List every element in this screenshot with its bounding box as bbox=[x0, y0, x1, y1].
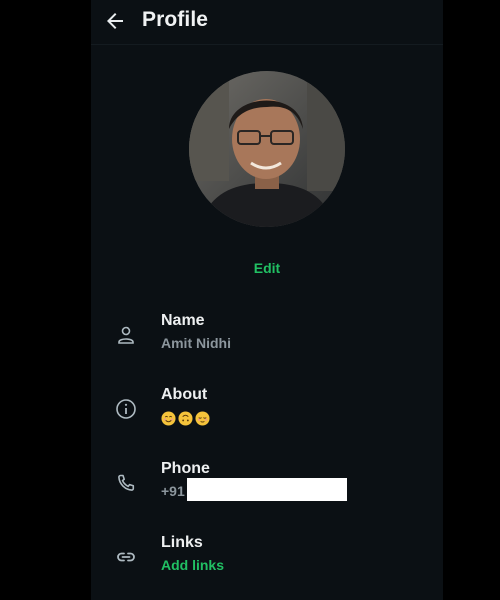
page-title: Profile bbox=[142, 8, 209, 31]
app-bar: Profile bbox=[91, 0, 443, 45]
profile-photo bbox=[189, 71, 345, 227]
phone-value: +91 bbox=[161, 483, 185, 499]
links-label: Links bbox=[161, 534, 203, 551]
name-value: Amit Nidhi bbox=[161, 335, 231, 351]
about-value bbox=[161, 409, 212, 426]
person-icon bbox=[114, 323, 138, 347]
relieved-face-emoji bbox=[195, 411, 210, 426]
link-icon bbox=[114, 545, 138, 569]
name-label: Name bbox=[161, 312, 205, 329]
profile-screen: Profile Edit Name Amit Nidhi About Phone… bbox=[91, 0, 443, 600]
info-icon bbox=[114, 397, 138, 421]
back-button[interactable] bbox=[103, 9, 127, 33]
phone-label: Phone bbox=[161, 460, 210, 477]
edit-profile-link[interactable]: Edit bbox=[91, 260, 443, 276]
smiling-face-emoji bbox=[161, 411, 176, 426]
links-row[interactable]: Links Add links bbox=[91, 533, 443, 589]
avatar[interactable] bbox=[189, 71, 345, 227]
redacted-phone-number bbox=[187, 478, 347, 501]
about-row[interactable]: About bbox=[91, 385, 443, 441]
about-label: About bbox=[161, 386, 208, 403]
upside-down-face-emoji bbox=[178, 411, 193, 426]
arrow-left-icon bbox=[107, 13, 123, 29]
name-row[interactable]: Name Amit Nidhi bbox=[91, 311, 443, 367]
add-links-button[interactable]: Add links bbox=[161, 557, 224, 573]
phone-icon bbox=[114, 471, 138, 495]
